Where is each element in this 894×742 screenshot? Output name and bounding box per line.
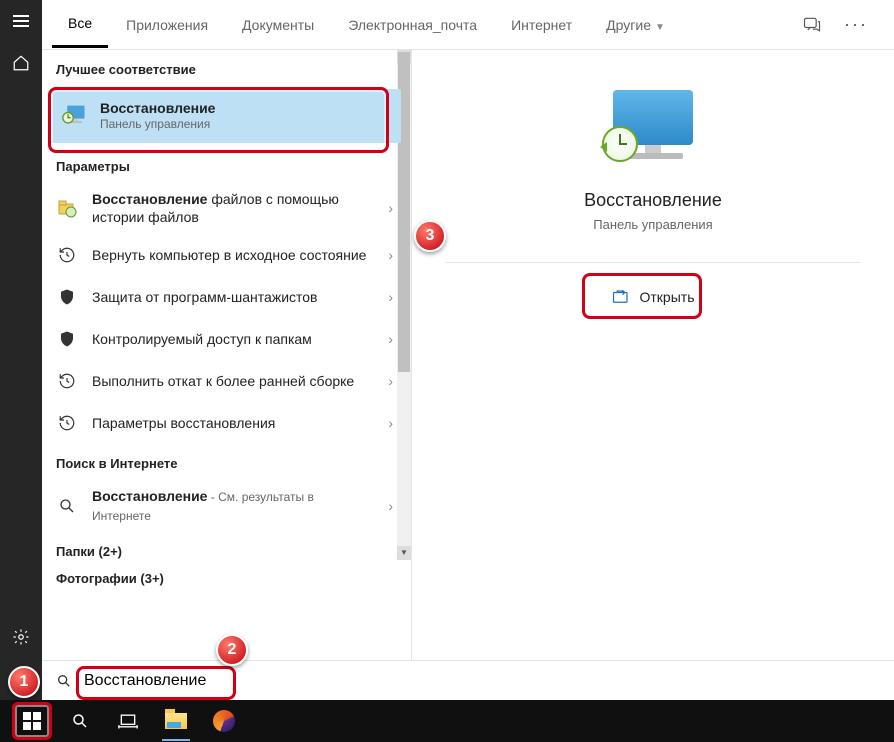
result-recovery-params[interactable]: Параметры восстановления › bbox=[42, 402, 411, 444]
item-strong: Восстановление bbox=[92, 191, 207, 207]
chevron-right-icon: › bbox=[382, 247, 399, 263]
section-photos: Фотографии (3+) bbox=[42, 567, 411, 594]
web-strong: Восстановление bbox=[92, 488, 207, 504]
history-icon bbox=[54, 410, 80, 436]
divider bbox=[446, 262, 861, 263]
tab-email[interactable]: Электронная_почта bbox=[332, 3, 493, 47]
tab-docs[interactable]: Документы bbox=[226, 3, 330, 47]
item-text: Параметры восстановления bbox=[92, 414, 370, 432]
history-icon bbox=[54, 368, 80, 394]
tabs: Все Приложения Документы Электронная_поч… bbox=[42, 0, 894, 50]
item-text: Контролируемый доступ к папкам bbox=[92, 330, 370, 348]
item-text: Вернуть компьютер в исходное состояние bbox=[92, 246, 370, 264]
open-icon bbox=[612, 289, 630, 305]
file-history-icon bbox=[54, 195, 80, 221]
item-text: Защита от программ-шантажистов bbox=[92, 288, 370, 306]
task-view-button[interactable] bbox=[106, 700, 150, 742]
settings-icon[interactable] bbox=[0, 616, 42, 658]
hamburger-icon[interactable] bbox=[0, 0, 42, 42]
taskbar bbox=[0, 700, 894, 742]
taskbar-search-button[interactable] bbox=[58, 700, 102, 742]
chevron-right-icon: › bbox=[382, 200, 399, 216]
details-sub: Панель управления bbox=[593, 217, 712, 232]
feedback-icon[interactable] bbox=[794, 7, 830, 43]
section-folders: Папки (2+) bbox=[42, 532, 411, 567]
callout-1: 1 bbox=[8, 666, 40, 698]
scroll-down-arrow[interactable]: ▼ bbox=[397, 546, 411, 560]
result-ransomware[interactable]: Защита от программ-шантажистов › bbox=[42, 276, 411, 318]
result-reset-pc[interactable]: Вернуть компьютер в исходное состояние › bbox=[42, 234, 411, 276]
home-icon[interactable] bbox=[0, 42, 42, 84]
best-sub: Панель управления bbox=[100, 117, 391, 133]
chevron-right-icon: › bbox=[382, 289, 399, 305]
result-controlled-access[interactable]: Контролируемый доступ к папкам › bbox=[42, 318, 411, 360]
more-icon[interactable]: ··· bbox=[838, 7, 874, 43]
result-best-match[interactable]: Восстановление Панель управления bbox=[52, 89, 401, 143]
tab-apps[interactable]: Приложения bbox=[110, 3, 224, 47]
section-web: Поиск в Интернете bbox=[42, 444, 411, 479]
history-icon bbox=[54, 242, 80, 268]
best-title: Восстановление bbox=[100, 99, 391, 117]
recovery-cp-icon bbox=[62, 103, 88, 129]
callout-2: 2 bbox=[216, 634, 248, 666]
firefox-button[interactable] bbox=[202, 700, 246, 742]
main: Все Приложения Документы Электронная_поч… bbox=[42, 0, 894, 700]
chevron-right-icon: › bbox=[382, 498, 399, 514]
tab-other[interactable]: Другие ▼ bbox=[590, 3, 681, 47]
open-button[interactable]: Открыть bbox=[594, 281, 713, 313]
search-icon bbox=[54, 493, 80, 519]
recovery-large-icon bbox=[598, 90, 708, 170]
item-text: Выполнить откат к более ранней сборке bbox=[92, 372, 370, 390]
result-web-search[interactable]: Восстановление - См. результаты в Интерн… bbox=[42, 479, 411, 532]
chevron-right-icon: › bbox=[382, 373, 399, 389]
chevron-right-icon: › bbox=[382, 415, 399, 431]
search-icon bbox=[56, 673, 72, 689]
shield-icon bbox=[54, 284, 80, 310]
result-file-history[interactable]: Восстановление файлов с помощью истории … bbox=[42, 182, 411, 234]
open-label: Открыть bbox=[640, 289, 695, 305]
search-input[interactable] bbox=[84, 672, 384, 690]
tab-other-label: Другие bbox=[606, 17, 651, 33]
search-row bbox=[42, 660, 894, 700]
callout-3: 3 bbox=[414, 220, 446, 252]
file-explorer-button[interactable] bbox=[154, 700, 198, 742]
tab-internet[interactable]: Интернет bbox=[495, 3, 588, 47]
sidebar bbox=[0, 0, 42, 700]
details-column: Восстановление Панель управления Открыть bbox=[412, 50, 894, 700]
chevron-right-icon: › bbox=[382, 331, 399, 347]
chevron-down-icon: ▼ bbox=[655, 22, 665, 33]
result-rollback[interactable]: Выполнить откат к более ранней сборке › bbox=[42, 360, 411, 402]
section-params: Параметры bbox=[42, 147, 411, 182]
section-best-match: Лучшее соответствие bbox=[42, 50, 411, 85]
results-column: ▲ ▼ Лучшее соответствие Восстановление bbox=[42, 50, 412, 700]
start-button[interactable] bbox=[10, 700, 54, 742]
shield-icon bbox=[54, 326, 80, 352]
tab-all[interactable]: Все bbox=[52, 1, 108, 48]
details-title: Восстановление bbox=[584, 190, 722, 211]
